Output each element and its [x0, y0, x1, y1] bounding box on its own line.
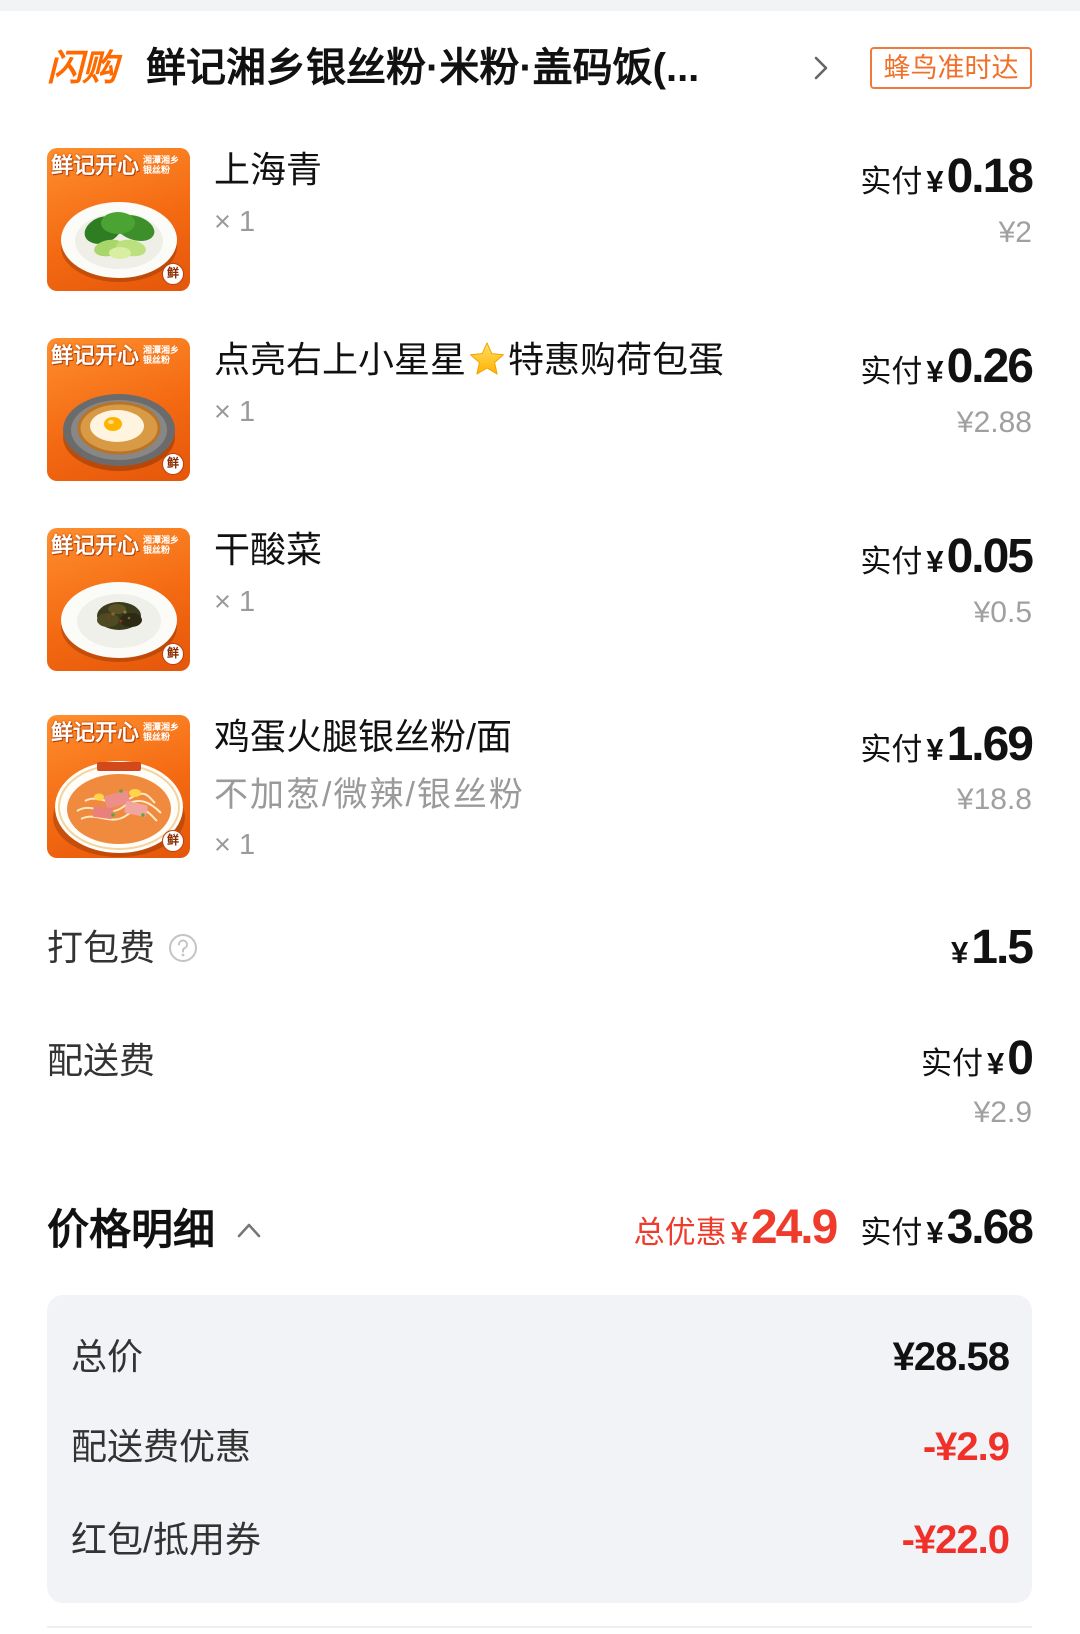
thumb-brand-subtitle: 湘潭湘乡 银丝粉	[143, 155, 180, 175]
thumb-brand-subtitle: 湘潭湘乡 银丝粉	[143, 535, 180, 555]
item-name: 点亮右上小星星 特惠购荷包蛋	[214, 338, 724, 382]
chevron-right-icon[interactable]	[811, 54, 831, 82]
item-image: 鲜记开心 湘潭湘乡 银丝粉 鲜	[47, 528, 190, 671]
currency-symbol: ¥	[926, 544, 944, 579]
order-item[interactable]: 鲜记开心 湘潭湘乡 银丝粉 鲜 鸡蛋火腿银丝粉/面 不加葱/微辣/银丝粉 × 1 …	[0, 715, 1080, 865]
order-item[interactable]: 鲜记开心 湘潭湘乡 银丝粉 鲜 干酸菜 × 1 实付 ¥ 0.05 ¥0.5	[0, 528, 1080, 678]
item-quantity: × 1	[214, 206, 256, 238]
paid-amount: 1.69	[946, 718, 1034, 771]
paid-label: 实付	[860, 164, 923, 199]
currency-symbol: ¥	[926, 732, 944, 767]
thumb-stamp: 鲜	[162, 830, 184, 852]
item-name: 鸡蛋火腿银丝粉/面	[214, 716, 513, 757]
item-paid-price: 实付 ¥ 0.18	[860, 148, 1034, 206]
delivery-fee-paid: 实付 ¥ 0	[921, 1030, 1034, 1088]
delivery-discount-label: 配送费优惠	[71, 1426, 252, 1467]
item-name-part: 点亮右上小星星	[214, 339, 467, 380]
paid-label: 实付	[921, 1046, 984, 1081]
item-name: 上海青	[214, 149, 323, 190]
item-quantity: × 1	[214, 586, 256, 618]
order-item[interactable]: 鲜记开心 湘潭湘乡 银丝粉 鲜 上海青 × 1 实付 ¥ 0.18 ¥2	[0, 148, 1080, 298]
delivery-discount-value: -¥2.9	[922, 1425, 1010, 1469]
star-icon	[470, 342, 504, 375]
store-name[interactable]: 鲜记湘乡银丝粉·米粉·盖码饭(...	[146, 43, 796, 93]
total-discount-label: 总优惠	[633, 1215, 727, 1250]
original-price: ¥2.88	[956, 406, 1032, 439]
order-item[interactable]: 鲜记开心 湘潭湘乡 银丝粉 鲜 点亮右上小星星 特惠购荷包蛋 × 1 实付 ¥ 0.…	[0, 338, 1080, 488]
paid-label: 实付	[860, 354, 923, 389]
item-name-part: 特惠购荷包蛋	[508, 339, 725, 380]
paid-label: 实付	[860, 544, 923, 579]
thumb-brand-subtitle: 湘潭湘乡 银丝粉	[143, 722, 180, 742]
paid-label: 实付	[860, 1215, 923, 1250]
item-image: 鲜记开心 湘潭湘乡 银丝粉 鲜	[47, 338, 190, 481]
bottom-divider	[47, 1626, 1032, 1628]
currency-symbol: ¥	[987, 1046, 1005, 1081]
delivery-fee-original: ¥2.9	[973, 1096, 1032, 1129]
delivery-fee-label: 配送费	[47, 1040, 156, 1081]
price-detail-title[interactable]: 价格明细	[47, 1204, 215, 1256]
paid-amount: 0.05	[946, 530, 1034, 583]
item-quantity: × 1	[214, 829, 256, 861]
coupon-value: -¥22.0	[901, 1518, 1010, 1562]
thumb-brand-title: 鲜记开心	[51, 343, 140, 368]
store-header[interactable]: 闪购 鲜记湘乡银丝粉·米粉·盖码饭(... 蜂鸟准时达	[0, 40, 1080, 98]
price-detail-card: 总价 ¥28.58 配送费优惠 -¥2.9 红包/抵用券 -¥22.0	[47, 1295, 1032, 1603]
coupon-label: 红包/抵用券	[71, 1519, 262, 1560]
thumb-brand-title: 鲜记开心	[51, 720, 140, 745]
item-paid-price: 实付 ¥ 0.26	[860, 338, 1034, 396]
thumb-stamp: 鲜	[162, 453, 184, 475]
packing-fee-label: 打包费	[47, 927, 156, 968]
packing-fee-value: ¥ 1.5	[947, 919, 1034, 977]
item-image: 鲜记开心 湘潭湘乡 银丝粉 鲜	[47, 715, 190, 858]
thumb-brand-title: 鲜记开心	[51, 533, 140, 558]
paid-amount: 0.18	[946, 150, 1034, 203]
item-spec: 不加葱/微辣/银丝粉	[214, 776, 525, 814]
item-paid-price: 实付 ¥ 0.05	[860, 528, 1034, 586]
total-price-label: 总价	[71, 1336, 144, 1377]
thumb-brand-subtitle: 湘潭湘乡 银丝粉	[143, 345, 180, 365]
original-price: ¥18.8	[956, 783, 1032, 816]
currency-symbol: ¥	[926, 354, 944, 389]
help-icon[interactable]	[168, 933, 198, 963]
item-name: 干酸菜	[214, 529, 323, 570]
item-image: 鲜记开心 湘潭湘乡 银丝粉 鲜	[47, 148, 190, 291]
currency-symbol: ¥	[730, 1215, 748, 1250]
currency-symbol: ¥	[926, 1215, 944, 1250]
price-summary: 总优惠 ¥ 24.9 实付 ¥ 3.68	[634, 1199, 1034, 1257]
shangou-logo: 闪购	[47, 47, 118, 88]
original-price: ¥2	[998, 216, 1032, 249]
total-paid-amount: 3.68	[946, 1201, 1034, 1254]
chevron-up-icon[interactable]	[236, 1221, 262, 1239]
top-strip	[0, 0, 1080, 11]
original-price: ¥0.5	[973, 596, 1032, 629]
paid-amount: 0.26	[946, 340, 1034, 393]
thumb-brand-title: 鲜记开心	[51, 153, 140, 178]
delivery-fee-amount: 0	[1007, 1032, 1034, 1085]
currency-symbol: ¥	[926, 164, 944, 199]
total-discount-amount: 24.9	[750, 1201, 838, 1254]
item-paid-price: 实付 ¥ 1.69	[860, 716, 1034, 774]
thumb-stamp: 鲜	[162, 643, 184, 665]
delivery-badge: 蜂鸟准时达	[870, 47, 1032, 89]
paid-label: 实付	[860, 732, 923, 767]
thumb-stamp: 鲜	[162, 263, 184, 285]
currency-symbol: ¥	[951, 935, 969, 970]
total-price-value: ¥28.58	[892, 1335, 1010, 1379]
packing-fee-amount: 1.5	[971, 921, 1034, 974]
item-quantity: × 1	[214, 396, 256, 428]
